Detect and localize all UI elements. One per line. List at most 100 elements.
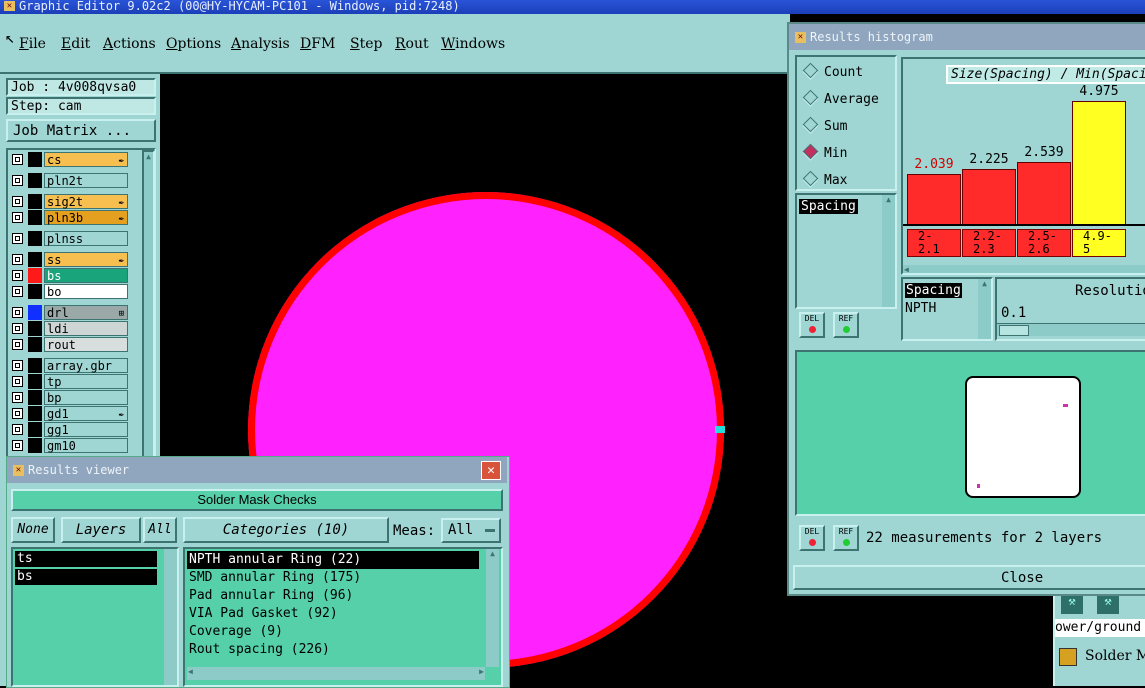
layer-row[interactable]: tp xyxy=(10,374,128,389)
layer-color-swatch[interactable] xyxy=(28,374,42,389)
menu-file[interactable]: File xyxy=(19,36,46,52)
del-button[interactable]: DEL xyxy=(799,525,825,551)
spacing-value[interactable]: NPTH xyxy=(905,301,936,316)
layers-button[interactable]: Layers xyxy=(61,517,141,543)
histogram-title-bar[interactable]: ✕ Results histogram xyxy=(789,24,1145,50)
layer-color-swatch[interactable] xyxy=(28,358,42,373)
layer-row[interactable]: cs ✒ xyxy=(10,152,128,167)
layer-name[interactable]: array.gbr xyxy=(44,358,128,373)
menu-rout[interactable]: Rout xyxy=(395,36,429,52)
categories-hscrollbar[interactable]: ◀ ▶ xyxy=(187,667,485,680)
layer-checkbox[interactable] xyxy=(12,307,23,318)
layer-checkbox[interactable] xyxy=(12,286,23,297)
layer-row[interactable]: bo xyxy=(10,284,128,299)
layer-row[interactable]: plnss xyxy=(10,231,128,246)
option-max[interactable]: Max xyxy=(802,170,847,188)
layer-color-swatch[interactable] xyxy=(28,194,42,209)
menu-windows[interactable]: Windows xyxy=(441,36,505,52)
layer-row[interactable]: bs xyxy=(10,268,128,283)
layer-checkbox[interactable] xyxy=(12,154,23,165)
job-matrix-button[interactable]: Job Matrix ... xyxy=(6,119,156,142)
layer-color-swatch[interactable] xyxy=(28,321,42,336)
layer-color-swatch[interactable] xyxy=(28,252,42,267)
menu-dfm[interactable]: DFM xyxy=(300,36,335,52)
layer-checkbox[interactable] xyxy=(12,196,23,207)
option-count[interactable]: Count xyxy=(802,62,863,80)
layer-checkbox[interactable] xyxy=(12,270,23,281)
layer-checkbox[interactable] xyxy=(12,376,23,387)
tool-icon-2[interactable]: ⚒ xyxy=(1097,594,1119,614)
histogram-bar[interactable] xyxy=(1017,162,1071,225)
solder-mask-label[interactable]: Solder Ma xyxy=(1085,648,1145,664)
category-item[interactable]: SMD annular Ring (175) xyxy=(187,569,479,587)
layer-name[interactable]: sig2t ✒ xyxy=(44,194,128,209)
layer-name[interactable]: cs ✒ xyxy=(44,152,128,167)
layer-checkbox[interactable] xyxy=(12,424,23,435)
layer-color-swatch[interactable] xyxy=(28,438,42,453)
layer-checkbox[interactable] xyxy=(12,440,23,451)
layers-list-scrollbar[interactable] xyxy=(164,549,177,685)
menu-analysis[interactable]: Analysis xyxy=(231,36,290,52)
layer-row[interactable]: gm10 xyxy=(10,438,128,453)
none-button[interactable]: None xyxy=(11,517,55,543)
ref-button[interactable]: REF xyxy=(833,525,859,551)
close-icon[interactable]: ✕ xyxy=(481,461,501,480)
layer-name[interactable]: gd1 ✒ xyxy=(44,406,128,421)
layer-row[interactable]: bp xyxy=(10,390,128,405)
layer-name[interactable]: pln2t xyxy=(44,173,128,188)
layer-checkbox[interactable] xyxy=(12,254,23,265)
layer-color-swatch[interactable] xyxy=(28,284,42,299)
layer-checkbox[interactable] xyxy=(12,233,23,244)
category-item[interactable]: Coverage (9) xyxy=(187,623,479,641)
layer-row[interactable]: gd1 ✒ xyxy=(10,406,128,421)
layer-checkbox[interactable] xyxy=(12,175,23,186)
histogram-bar[interactable] xyxy=(907,174,961,225)
close-button[interactable]: Close xyxy=(793,565,1145,590)
slider-handle[interactable] xyxy=(999,325,1029,336)
histogram-bar[interactable] xyxy=(1072,101,1126,225)
layer-name[interactable]: tp xyxy=(44,374,128,389)
category-item[interactable]: VIA Pad Gasket (92) xyxy=(187,605,479,623)
categories-list-scrollbar[interactable]: ▲ xyxy=(486,549,499,667)
categories-button[interactable]: Categories (10) xyxy=(183,517,389,543)
layer-color-swatch[interactable] xyxy=(28,173,42,188)
layer-list-item[interactable]: bs xyxy=(15,569,157,585)
layer-name[interactable]: gg1 xyxy=(44,422,128,437)
layer-color-swatch[interactable] xyxy=(28,210,42,225)
layer-row[interactable]: ss ✒ xyxy=(10,252,128,267)
layer-name[interactable]: bo xyxy=(44,284,128,299)
option-average[interactable]: Average xyxy=(802,89,879,107)
del-button-top[interactable]: DEL xyxy=(799,312,825,338)
layer-color-swatch[interactable] xyxy=(28,406,42,421)
option-sum[interactable]: Sum xyxy=(802,116,847,134)
menu-actions[interactable]: Actions xyxy=(103,36,156,52)
layer-row[interactable]: pln3b ✒ xyxy=(10,210,128,225)
histogram-bar[interactable] xyxy=(962,169,1016,225)
layer-color-swatch[interactable] xyxy=(28,268,42,283)
layer-row[interactable]: ldi xyxy=(10,321,128,336)
layer-name[interactable]: pln3b ✒ xyxy=(44,210,128,225)
layer-row[interactable]: pln2t xyxy=(10,173,128,188)
layer-checkbox[interactable] xyxy=(12,392,23,403)
layer-name[interactable]: ldi xyxy=(44,321,128,336)
category-item[interactable]: NPTH annular Ring (22) xyxy=(187,551,479,569)
layer-row[interactable]: rout xyxy=(10,337,128,352)
layer-checkbox[interactable] xyxy=(12,323,23,334)
layer-checkbox[interactable] xyxy=(12,339,23,350)
layer-color-swatch[interactable] xyxy=(28,231,42,246)
menu-edit[interactable]: Edit xyxy=(61,36,90,52)
layer-name[interactable]: plnss xyxy=(44,231,128,246)
layer-name[interactable]: drl ⊞ xyxy=(44,305,128,320)
layer-list-item[interactable]: ts xyxy=(15,551,157,567)
layer-row[interactable]: sig2t ✒ xyxy=(10,194,128,209)
ref-button-top[interactable]: REF xyxy=(833,312,859,338)
layer-checkbox[interactable] xyxy=(12,212,23,223)
category-item[interactable]: Rout spacing (226) xyxy=(187,641,479,659)
layer-name[interactable]: rout xyxy=(44,337,128,352)
layer-checkbox[interactable] xyxy=(12,408,23,419)
option-min[interactable]: Min xyxy=(802,143,847,161)
menu-options[interactable]: Options xyxy=(166,36,221,52)
measure-spacing-item[interactable]: Spacing xyxy=(799,199,858,214)
results-viewer-title-bar[interactable]: ✕ Results viewer ✕ xyxy=(7,457,507,483)
scroll-up-icon[interactable]: ▲ xyxy=(144,152,153,161)
